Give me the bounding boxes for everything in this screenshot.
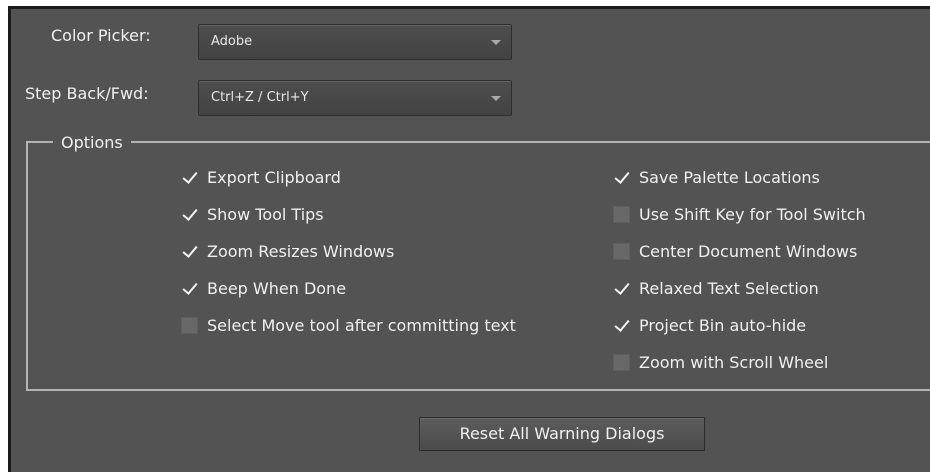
option-label: Save Palette Locations [639,167,820,187]
option-label: Center Document Windows [639,241,858,261]
center-document-windows-option[interactable]: Center Document Windows [613,240,857,262]
options-group-title: Options [53,133,131,152]
checkbox-checked[interactable] [181,280,198,297]
checkbox-checked[interactable] [613,317,630,334]
checkbox-unchecked[interactable] [613,242,630,260]
color-picker-dropdown[interactable]: Adobe [198,24,512,60]
reset-warning-dialogs-button[interactable]: Reset All Warning Dialogs [419,417,705,451]
checkbox-unchecked[interactable] [613,205,630,223]
use-shift-key-option[interactable]: Use Shift Key for Tool Switch [613,203,866,225]
option-label: Beep When Done [207,278,347,298]
option-label: Zoom with Scroll Wheel [639,352,829,372]
checkbox-checked[interactable] [181,169,198,186]
option-label: Export Clipboard [207,167,341,187]
beep-when-done-option[interactable]: Beep When Done [181,277,346,299]
checkbox-unchecked[interactable] [181,316,198,334]
chevron-down-icon [491,96,501,101]
export-clipboard-option[interactable]: Export Clipboard [181,166,341,188]
zoom-resizes-windows-option[interactable]: Zoom Resizes Windows [181,240,394,262]
option-label: Show Tool Tips [207,204,324,224]
checkbox-checked[interactable] [181,206,198,223]
step-back-dropdown[interactable]: Ctrl+Z / Ctrl+Y [198,80,512,116]
checkbox-checked[interactable] [181,243,198,260]
save-palette-locations-option[interactable]: Save Palette Locations [613,166,820,188]
option-label: Use Shift Key for Tool Switch [639,204,866,224]
project-bin-auto-hide-option[interactable]: Project Bin auto-hide [613,314,806,336]
chevron-down-icon [491,40,501,45]
option-label: Select Move tool after committing text [207,315,516,335]
checkbox-unchecked[interactable] [613,353,630,371]
option-label: Project Bin auto-hide [639,315,807,335]
step-back-value: Ctrl+Z / Ctrl+Y [211,90,309,105]
preferences-panel: Color Picker: Adobe Step Back/Fwd: Ctrl+… [8,6,930,472]
relaxed-text-selection-option[interactable]: Relaxed Text Selection [613,277,819,299]
option-label: Zoom Resizes Windows [207,241,395,261]
show-tool-tips-option[interactable]: Show Tool Tips [181,203,324,225]
color-picker-value: Adobe [211,34,253,49]
select-move-tool-option[interactable]: Select Move tool after committing text [181,314,516,336]
option-label: Relaxed Text Selection [639,278,819,298]
checkbox-checked[interactable] [613,280,630,297]
checkbox-checked[interactable] [613,169,630,186]
zoom-with-scroll-wheel-option[interactable]: Zoom with Scroll Wheel [613,351,828,373]
step-back-label: Step Back/Fwd: [25,84,149,103]
color-picker-label: Color Picker: [51,26,151,45]
